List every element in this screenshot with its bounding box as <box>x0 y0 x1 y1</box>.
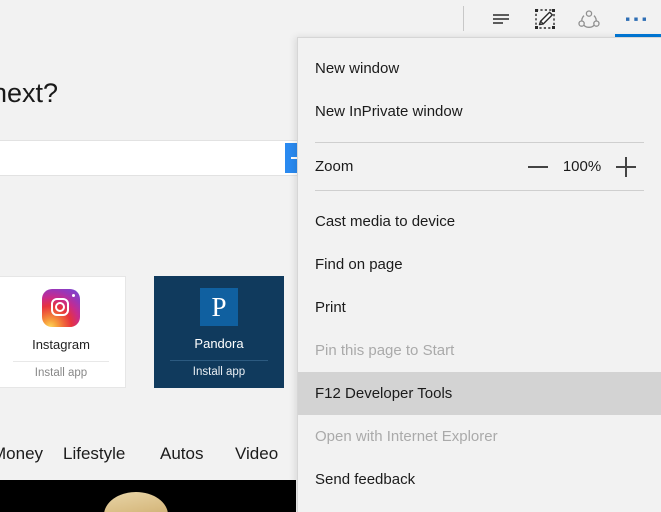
zoom-in-button[interactable] <box>607 143 645 190</box>
web-note-button[interactable] <box>523 0 567 37</box>
menu-top-spacer <box>298 38 661 47</box>
menu-item-label: F12 Developer Tools <box>315 385 453 402</box>
app-tile-name: Pandora <box>194 336 244 351</box>
menu-gap <box>298 133 661 142</box>
menu-item-zoom: Zoom 100% <box>298 143 661 190</box>
menu-item-f12-developer-tools[interactable]: F12 Developer Tools <box>298 372 661 415</box>
share-icon <box>578 9 600 28</box>
app-tile-pandora[interactable]: P Pandora Install app <box>154 276 284 388</box>
menu-item-cast-media-to-device[interactable]: Cast media to device <box>298 200 661 243</box>
browser-toolbar <box>451 0 661 37</box>
nav-item-video[interactable]: Video <box>235 444 278 464</box>
app-tile-instagram[interactable]: Instagram Install app <box>0 276 126 388</box>
menu-item-label: New InPrivate window <box>315 103 463 120</box>
menu-item-print[interactable]: Print <box>298 286 661 329</box>
pandora-icon: P <box>154 288 284 330</box>
tile-divider <box>170 360 268 361</box>
zoom-controls: 100% <box>519 143 645 190</box>
pandora-letter: P <box>200 288 238 326</box>
more-options-button[interactable] <box>614 0 658 37</box>
zoom-value: 100% <box>562 158 602 175</box>
nav-item-autos[interactable]: Autos <box>160 444 203 464</box>
page-hero-heading: next? <box>0 78 59 108</box>
article-photo[interactable] <box>0 480 296 512</box>
menu-item-label: Send feedback <box>315 471 416 488</box>
category-nav: Money Lifestyle Autos Video <box>0 434 296 478</box>
web-note-icon <box>535 8 555 29</box>
reading-view-icon <box>493 13 509 24</box>
share-button[interactable] <box>567 0 611 37</box>
menu-item-label: Print <box>315 299 346 316</box>
app-tile-name: Instagram <box>32 337 90 352</box>
settings-and-more-menu: New window New InPrivate window Zoom 100… <box>297 37 661 512</box>
menu-item-label: Cast media to device <box>315 213 456 230</box>
zoom-label: Zoom <box>315 158 354 175</box>
install-app-link[interactable]: Install app <box>154 366 284 378</box>
menu-item-new-inprivate-window[interactable]: New InPrivate window <box>298 90 661 133</box>
menu-item-new-window[interactable]: New window <box>298 47 661 90</box>
toolbar-divider <box>463 6 464 31</box>
menu-item-open-with-internet-explorer: Open with Internet Explorer <box>298 415 661 458</box>
nav-item-money[interactable]: Money <box>0 444 43 464</box>
zoom-out-button[interactable] <box>519 143 557 190</box>
menu-item-label: New window <box>315 60 400 77</box>
search-input[interactable] <box>5 141 279 177</box>
search-box[interactable] <box>0 140 300 177</box>
minus-icon <box>528 166 548 168</box>
photo-subject <box>104 492 168 512</box>
menu-item-pin-this-page-to-start: Pin this page to Start <box>298 329 661 372</box>
install-app-link[interactable]: Install app <box>0 367 125 379</box>
tile-divider <box>13 361 109 362</box>
menu-item-send-feedback[interactable]: Send feedback <box>298 458 661 501</box>
more-ellipsis-icon <box>626 17 646 21</box>
nav-item-lifestyle[interactable]: Lifestyle <box>63 444 125 464</box>
menu-item-label: Open with Internet Explorer <box>315 428 498 445</box>
menu-item-find-on-page[interactable]: Find on page <box>298 243 661 286</box>
browser-window: next? Instagram Install app P <box>0 0 661 512</box>
menu-item-label: Pin this page to Start <box>315 342 455 359</box>
reading-view-button[interactable] <box>479 0 523 37</box>
instagram-icon <box>0 289 125 331</box>
menu-item-label: Find on page <box>315 256 403 273</box>
menu-gap <box>298 191 661 200</box>
